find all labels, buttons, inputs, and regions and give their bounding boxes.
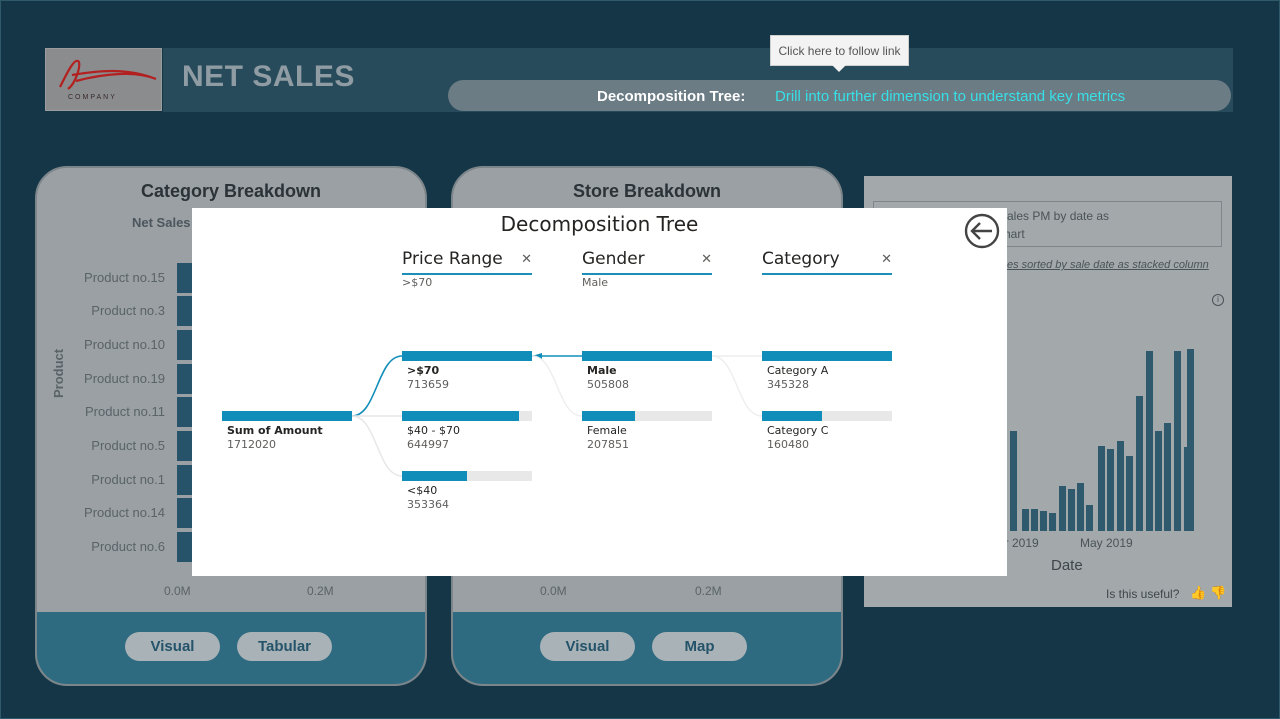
product-label: Product no.19: [84, 371, 165, 386]
info-icon[interactable]: i: [1212, 294, 1224, 306]
qa-query-line1: ales PM by date as: [1007, 209, 1110, 223]
pill-label: Decomposition Tree:: [597, 88, 746, 105]
product-label: Product no.3: [91, 303, 165, 318]
product-label: Product no.11: [85, 404, 165, 419]
product-label: Product no.14: [84, 505, 165, 520]
product-label: Product no.1: [91, 472, 165, 487]
x-tick: 0.0M: [164, 584, 191, 598]
store-card-footer: Visual Map: [453, 612, 841, 684]
node-fill: [762, 351, 892, 361]
date-bar: [1117, 441, 1124, 531]
node-fill: [402, 471, 467, 481]
page-title: NET SALES: [182, 60, 355, 93]
visual-button[interactable]: Visual: [540, 632, 635, 661]
level-header-price-range[interactable]: Price Range ✕: [402, 247, 532, 275]
qa-query-line2: hart: [1004, 227, 1025, 241]
node-label: >$70: [407, 364, 440, 377]
close-icon[interactable]: ✕: [701, 252, 712, 267]
node-value: 345328: [767, 378, 809, 391]
x-tick: 0.2M: [307, 584, 334, 598]
node-fill: [222, 411, 352, 421]
node-value: 505808: [587, 378, 629, 391]
node-label: Sum of Amount: [227, 424, 323, 437]
tooltip-arrow: [832, 65, 846, 72]
level-header-category[interactable]: Category ✕: [762, 247, 892, 275]
category-card-subtitle: Net Sales: [132, 215, 191, 230]
drill-link[interactable]: Drill into further dimension to understa…: [775, 88, 1125, 105]
node-value: 207851: [587, 438, 629, 451]
company-logo: COMPANY: [45, 48, 162, 111]
store-card-title: Store Breakdown: [572, 181, 722, 201]
thumbs-down-icon[interactable]: 👎: [1210, 586, 1226, 601]
node-value: 353364: [407, 498, 449, 511]
date-tick: May 2019: [1080, 536, 1133, 550]
date-bar: [1136, 396, 1143, 531]
product-label: Product no.10: [84, 337, 165, 352]
product-label: Product no.15: [84, 270, 165, 285]
date-axis-title: Date: [1051, 557, 1083, 574]
category-card-title: Category Breakdown: [140, 181, 322, 201]
map-button[interactable]: Map: [652, 632, 747, 661]
date-bar: [1022, 509, 1029, 531]
decomposition-tree-modal: Decomposition Tree Price Range ✕ >$70 Ge…: [192, 208, 1007, 576]
node-value: 644997: [407, 438, 449, 451]
node-label: Category A: [767, 364, 829, 377]
visual-button[interactable]: Visual: [125, 632, 220, 661]
date-bar: [1068, 489, 1075, 531]
node-fill: [762, 411, 822, 421]
date-bar: [1187, 349, 1194, 531]
date-bar: [1098, 446, 1105, 531]
close-icon[interactable]: ✕: [521, 252, 532, 267]
level-name: Price Range: [402, 249, 503, 269]
node-label: <$40: [407, 484, 438, 497]
date-bar: [1126, 456, 1133, 531]
node-label: Male: [587, 364, 617, 377]
date-bar: [1031, 509, 1038, 531]
date-bar: [1077, 483, 1084, 531]
date-bar: [1040, 511, 1047, 531]
category-card-footer: Visual Tabular: [37, 612, 425, 684]
date-bar: [1059, 486, 1066, 531]
tabular-button[interactable]: Tabular: [237, 632, 332, 661]
logo-company-text: COMPANY: [68, 94, 117, 101]
date-bar: [1010, 431, 1017, 531]
date-bar: [1049, 513, 1056, 531]
date-bar: [1174, 351, 1181, 531]
x-tick: 0.2M: [695, 584, 722, 598]
useful-prompt: Is this useful?: [1106, 587, 1180, 601]
date-bar: [1107, 449, 1114, 531]
date-bar: [1146, 351, 1153, 531]
logo-swoosh-icon: [59, 59, 157, 90]
node-label: Category C: [767, 424, 829, 437]
qa-suggestion[interactable]: es sorted by sale date as stacked column: [1007, 259, 1209, 271]
node-fill: [402, 411, 519, 421]
x-tick: 0.0M: [540, 584, 567, 598]
product-axis-label: Product: [51, 348, 66, 398]
level-name: Gender: [582, 249, 645, 269]
node-fill: [582, 351, 712, 361]
date-bar: [1086, 505, 1093, 531]
level-selection: >$70: [402, 276, 433, 289]
node-value: 1712020: [227, 438, 276, 451]
product-label: Product no.6: [91, 539, 165, 554]
node-fill: [402, 351, 532, 361]
link-tooltip: Click here to follow link: [770, 35, 909, 66]
level-header-gender[interactable]: Gender ✕: [582, 247, 712, 275]
node-fill: [582, 411, 636, 421]
node-label: $40 - $70: [407, 424, 460, 437]
node-value: 160480: [767, 438, 809, 451]
level-selection: Male: [582, 276, 609, 289]
date-bar: [1164, 423, 1171, 531]
product-label: Product no.5: [91, 438, 165, 453]
date-bar: [1155, 431, 1162, 531]
close-icon[interactable]: ✕: [881, 252, 892, 267]
thumbs-up-icon[interactable]: 👍: [1190, 586, 1206, 601]
level-name: Category: [762, 249, 840, 269]
node-value: 713659: [407, 378, 449, 391]
node-label: Female: [587, 424, 627, 437]
